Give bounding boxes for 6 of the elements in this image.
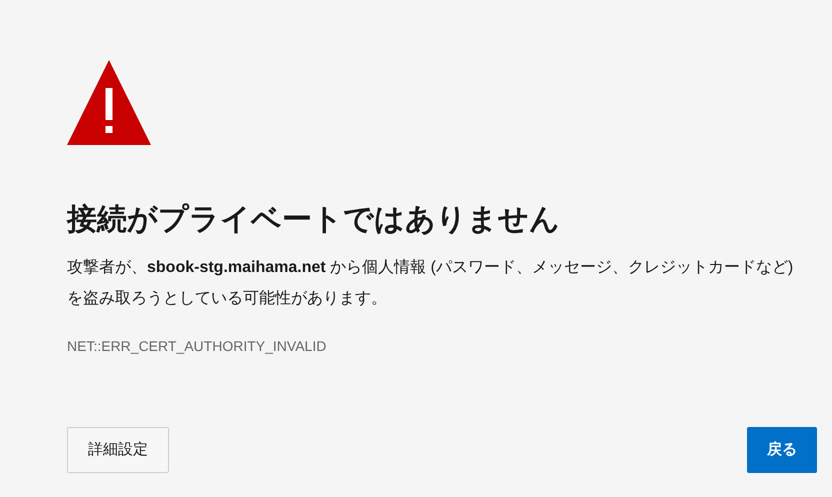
warning-message: 攻撃者が、sbook-stg.maihama.net から個人情報 (パスワード、メッセージ、クレジットカードなど) を盗み取ろうとしている可能性があります。 <box>67 258 794 309</box>
warning-icon <box>67 60 151 145</box>
advanced-button[interactable]: 詳細設定 <box>67 427 169 473</box>
back-button[interactable]: 戻る <box>747 427 817 473</box>
page-heading: 接続がプライベートではありません <box>67 202 561 238</box>
error-code: NET::ERR_CERT_AUTHORITY_INVALID <box>67 337 328 356</box>
